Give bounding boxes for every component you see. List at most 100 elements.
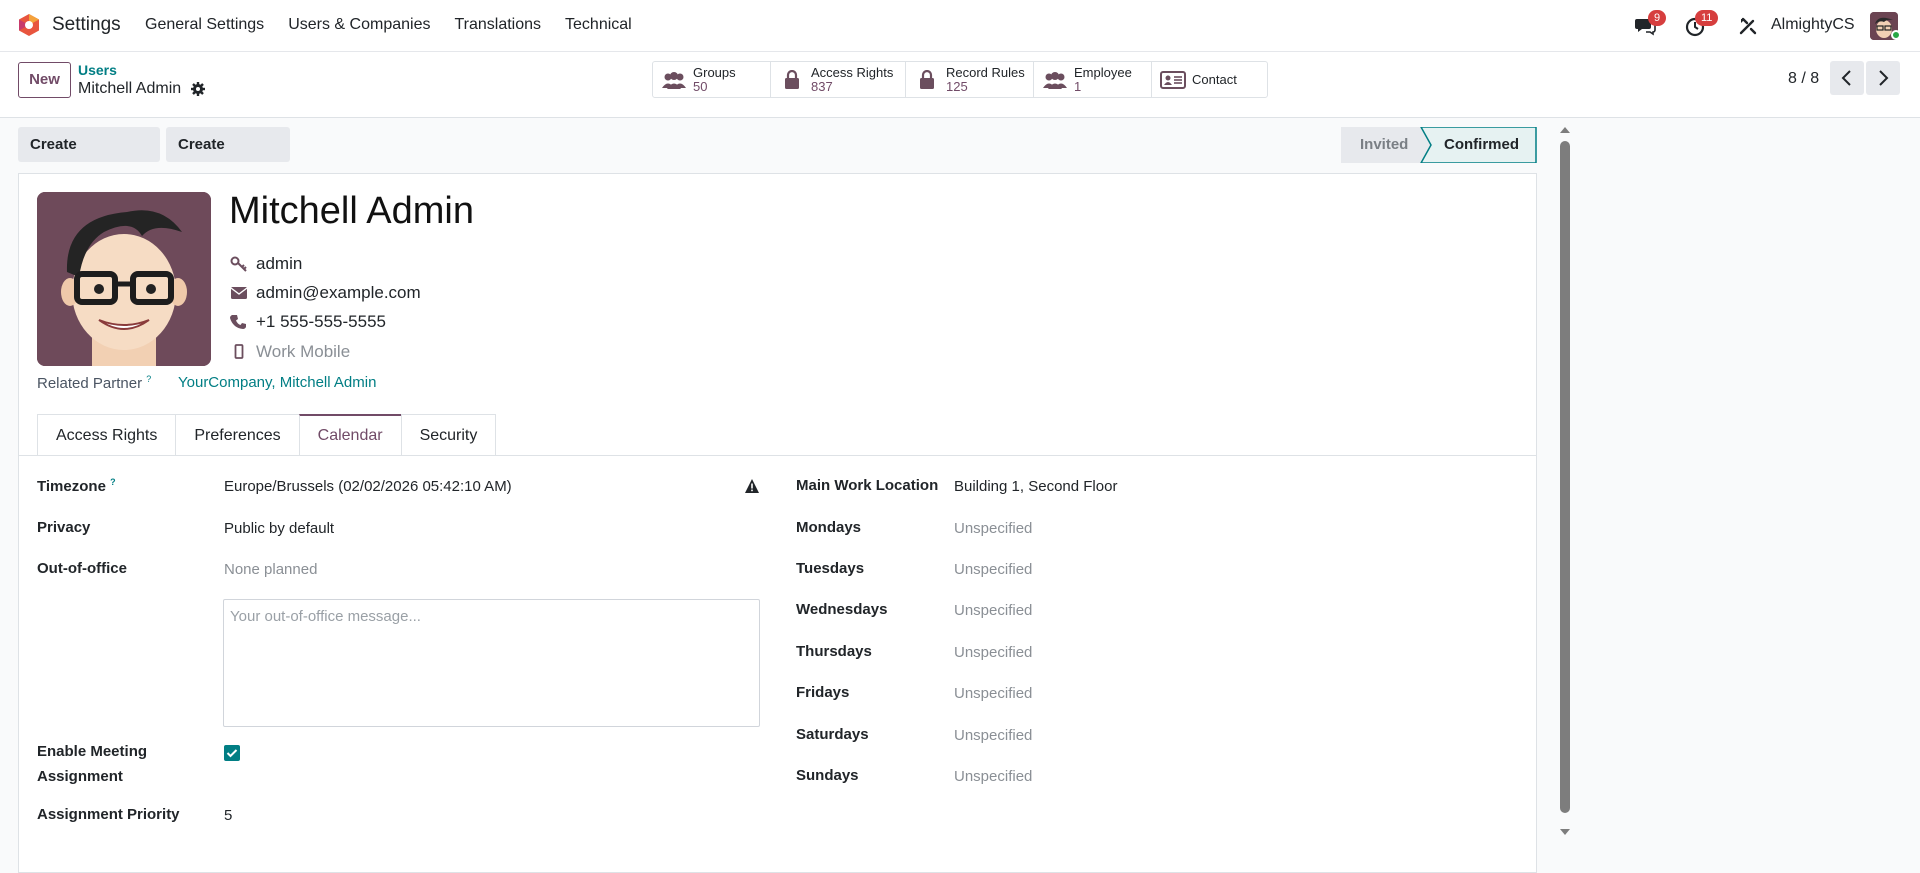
create-patient-button[interactable]: Create Patient <box>166 127 290 188</box>
timezone-label: Timezone ? <box>37 477 116 495</box>
users-icon <box>1043 71 1067 89</box>
saturdays-label: Saturdays <box>796 726 869 743</box>
pager-next-button[interactable] <box>1866 61 1900 95</box>
smart-button-value: 837 <box>811 78 833 94</box>
user-profile-image[interactable] <box>37 192 211 366</box>
saturdays-value[interactable]: Unspecified <box>954 727 1032 744</box>
smart-button-label: Employee <box>1074 64 1132 80</box>
related-partner-label-text: Related Partner <box>37 375 143 392</box>
smart-button-label: Record Rules <box>946 64 1025 80</box>
smart-button-value: 50 <box>693 78 708 94</box>
phone-row: +1 555-555-5555 <box>230 312 386 332</box>
gear-icon[interactable] <box>190 81 206 97</box>
mondays-label: Mondays <box>796 519 862 536</box>
fridays-value[interactable]: Unspecified <box>954 685 1032 702</box>
status-invited[interactable]: Invited <box>1360 136 1408 153</box>
main-work-location-label: Main Work Location <box>796 477 939 494</box>
menu-translations[interactable]: Translations <box>454 16 541 34</box>
tab-preferences[interactable]: Preferences <box>175 414 300 456</box>
online-status-indicator <box>1891 30 1901 40</box>
tab-access-rights[interactable]: Access Rights <box>37 414 177 456</box>
assignment-priority-value[interactable]: 5 <box>224 807 232 824</box>
new-button[interactable]: New <box>18 62 71 98</box>
out-of-office-value[interactable]: None planned <box>224 561 317 578</box>
timezone-label-text: Timezone <box>37 478 106 495</box>
sundays-value[interactable]: Unspecified <box>954 768 1032 785</box>
menu-users-companies[interactable]: Users & Companies <box>288 16 430 34</box>
smart-button-record-rules[interactable]: Record Rules 125 <box>906 62 1034 97</box>
thursdays-value[interactable]: Unspecified <box>954 644 1032 661</box>
odoo-app-logo-icon[interactable] <box>17 13 41 37</box>
pager-value[interactable]: 8 / 8 <box>1788 70 1819 88</box>
enable-meeting-checkbox[interactable] <box>224 745 240 761</box>
chevron-left-icon <box>1841 70 1851 86</box>
smart-button-employee[interactable]: Employee 1 <box>1034 62 1152 97</box>
related-partner-link[interactable]: YourCompany, Mitchell Admin <box>178 374 376 391</box>
mondays-value[interactable]: Unspecified <box>954 520 1032 537</box>
status-bar: Invited Confirmed <box>1341 127 1537 163</box>
breadcrumb-users-link[interactable]: Users <box>78 62 117 78</box>
smart-button-groups[interactable]: Groups 50 <box>653 62 771 97</box>
pager-previous-button[interactable] <box>1830 61 1864 95</box>
timezone-select[interactable]: Europe/Brussels (02/02/2026 05:42:10 AM) <box>224 478 512 495</box>
company-switcher[interactable]: AlmightyCS <box>1771 16 1855 34</box>
mobile-phone-icon <box>234 344 244 359</box>
related-partner-label: Related Partner ? <box>37 374 151 392</box>
phone-icon <box>230 315 246 329</box>
menu-general-settings[interactable]: General Settings <box>145 16 264 34</box>
id-card-icon <box>1160 70 1186 89</box>
login-value[interactable]: admin <box>256 254 302 274</box>
smart-button-label: Contact <box>1192 71 1237 87</box>
app-name[interactable]: Settings <box>52 14 121 36</box>
smart-button-label: Groups <box>693 64 736 80</box>
login-row: admin <box>230 254 302 274</box>
main-work-location-value[interactable]: Building 1, Second Floor <box>954 478 1117 495</box>
smart-button-access-rights[interactable]: Access Rights 837 <box>771 62 906 97</box>
create-physician-button[interactable]: Create Physician <box>18 127 160 188</box>
fridays-label: Fridays <box>796 684 850 701</box>
breadcrumb-current: Mitchell Admin <box>78 80 182 97</box>
tabs-divider <box>19 455 1536 456</box>
thursdays-label: Thursdays <box>796 643 872 660</box>
email-value[interactable]: admin@example.com <box>256 283 421 303</box>
users-icon <box>662 71 686 89</box>
assignment-priority-label: Assignment Priority <box>37 806 180 823</box>
enable-meeting-label-line2: Assignment <box>37 768 123 785</box>
tuesdays-value[interactable]: Unspecified <box>954 561 1032 578</box>
notebook-tabs: Access Rights Preferences Calendar Secur… <box>37 414 497 456</box>
lock-icon <box>920 69 934 89</box>
smart-button-contact[interactable]: Contact <box>1152 62 1267 97</box>
help-tooltip-icon[interactable]: ? <box>146 374 151 384</box>
privacy-select[interactable]: Public by default <box>224 520 334 537</box>
sundays-label: Sundays <box>796 767 859 784</box>
debug-tools-icon[interactable] <box>1737 15 1759 37</box>
key-icon <box>230 256 247 272</box>
wednesdays-value[interactable]: Unspecified <box>954 602 1032 619</box>
tab-security[interactable]: Security <box>400 414 497 456</box>
tab-calendar[interactable]: Calendar <box>298 414 402 456</box>
status-confirmed[interactable]: Confirmed <box>1444 136 1519 153</box>
user-name-field[interactable]: Mitchell Admin <box>229 190 474 233</box>
menu-technical[interactable]: Technical <box>565 16 632 34</box>
out-of-office-message-textarea[interactable]: Your out-of-office message... <box>223 599 760 727</box>
warning-icon[interactable] <box>744 478 760 494</box>
enable-meeting-label: Enable Meeting <box>37 743 148 760</box>
main-menu: General Settings Users & Companies Trans… <box>145 16 656 34</box>
smart-button-value: 125 <box>946 78 968 94</box>
smart-buttons: Groups 50 Access Rights 837 Record Rules 12… <box>652 61 1268 98</box>
privacy-label: Privacy <box>37 519 91 536</box>
top-navbar: Settings General Settings Users & Compan… <box>0 0 1920 52</box>
smart-button-value: 1 <box>1074 78 1082 94</box>
wednesdays-label: Wednesdays <box>796 601 888 618</box>
lock-icon <box>785 69 799 89</box>
smart-button-label: Access Rights <box>811 64 894 80</box>
help-tooltip-icon[interactable]: ? <box>110 477 116 487</box>
scrollbar-thumb[interactable] <box>1560 141 1570 813</box>
checkmark-icon <box>226 749 238 758</box>
envelope-icon <box>230 287 248 299</box>
chevron-right-icon <box>1879 70 1889 86</box>
phone-value[interactable]: +1 555-555-5555 <box>256 312 386 332</box>
work-mobile-input[interactable]: Work Mobile <box>256 342 350 362</box>
tuesdays-label: Tuesdays <box>796 560 865 577</box>
email-row: admin@example.com <box>230 283 421 303</box>
